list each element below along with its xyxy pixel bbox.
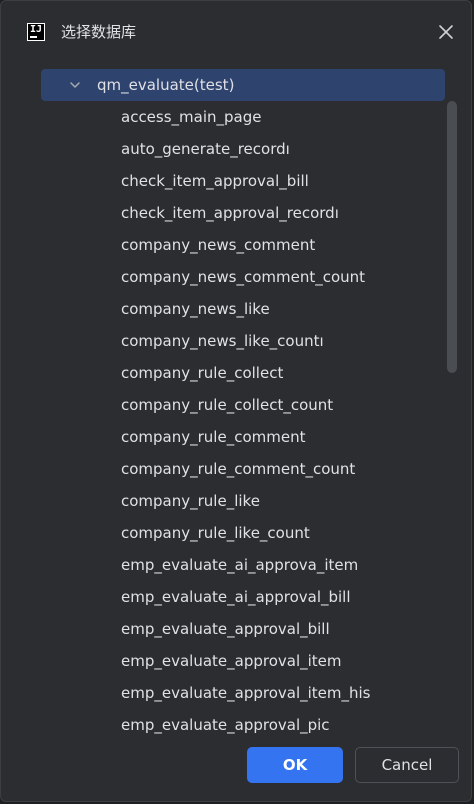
tree-item[interactable]: emp_evaluate_ai_approva_item [41,549,445,581]
tree-item[interactable]: emp_evaluate_approval_item_his [41,677,445,709]
intellij-logo-icon: IJ [27,23,45,41]
tree-item[interactable]: company_rule_comment [41,421,445,453]
tree-item[interactable]: access_main_page [41,101,445,133]
tree-item[interactable]: company_rule_like [41,485,445,517]
tree-item[interactable]: company_rule_collect_count [41,389,445,421]
tree-item[interactable]: auto_generate_recordı [41,133,445,165]
tree-item[interactable]: company_rule_comment_count [41,453,445,485]
tree-item[interactable]: company_news_like_countı [41,325,445,357]
tree-item[interactable]: emp_evaluate_ai_approval_bill [41,581,445,613]
tree-root-label: qm_evaluate(test) [97,76,235,94]
vertical-scrollbar[interactable] [447,101,457,373]
tree-item[interactable]: company_news_comment [41,229,445,261]
title-bar: IJ 选择数据库 [1,1,471,63]
tree-root-node[interactable]: qm_evaluate(test) [41,69,445,101]
tree-item[interactable]: company_rule_like_count [41,517,445,549]
close-icon [439,25,453,39]
cancel-button[interactable]: Cancel [355,747,459,783]
database-tree: qm_evaluate(test) access_main_page auto_… [41,69,445,741]
close-button[interactable] [435,21,457,43]
tree-item[interactable]: company_rule_collect [41,357,445,389]
dialog-title: 选择数据库 [61,23,137,41]
table-list: access_main_page auto_generate_recordı c… [41,101,445,741]
tree-item[interactable]: company_news_like [41,293,445,325]
dialog-footer: OK Cancel [1,739,471,801]
chevron-down-icon[interactable] [69,79,81,91]
tree-item[interactable]: emp_evaluate_approval_pic [41,709,445,741]
select-database-dialog: IJ 选择数据库 qm_evaluate(test) access_main_p… [0,0,472,802]
tree-item[interactable]: company_news_comment_count [41,261,445,293]
tree-item[interactable]: check_item_approval_recordı [41,197,445,229]
tree-item[interactable]: check_item_approval_bill [41,165,445,197]
tree-item[interactable]: emp_evaluate_approval_item [41,645,445,677]
tree-item[interactable]: emp_evaluate_approval_bill [41,613,445,645]
ok-button[interactable]: OK [247,747,343,783]
